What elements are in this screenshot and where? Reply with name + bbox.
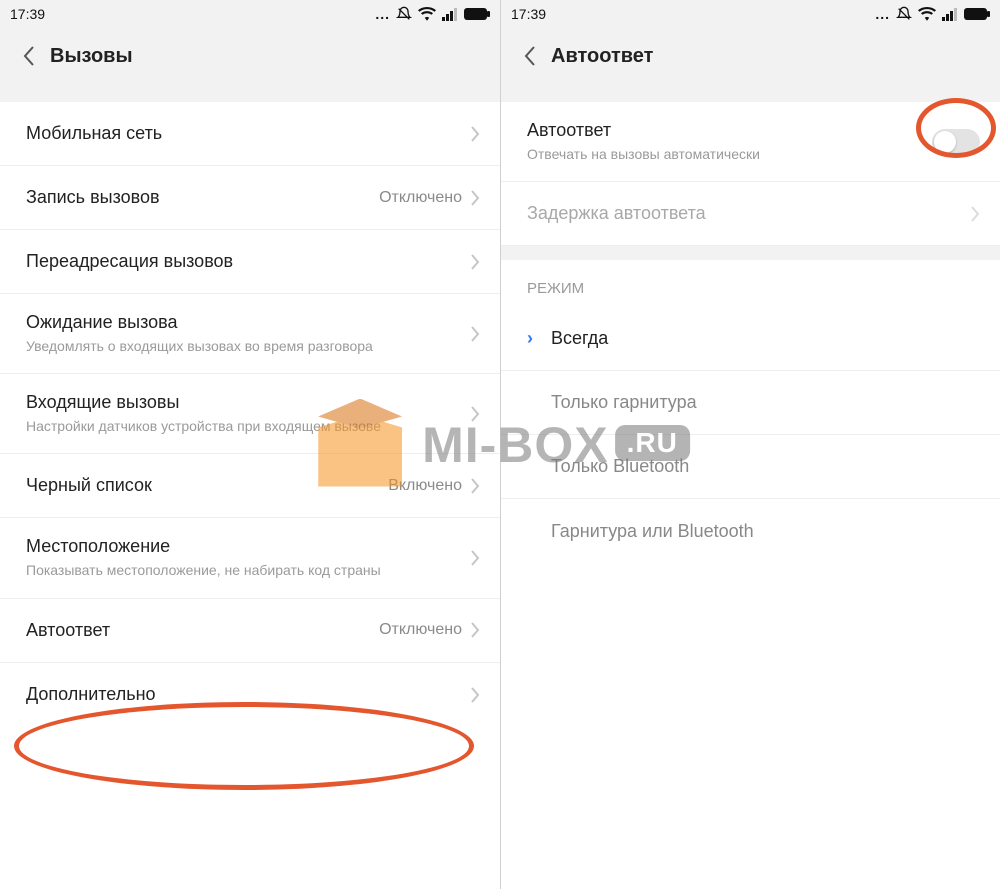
option-headset-or-bluetooth[interactable]: Гарнитура или Bluetooth — [501, 499, 1000, 563]
chevron-right-icon — [470, 621, 480, 639]
chevron-right-icon — [970, 205, 980, 223]
signal-icon — [442, 7, 458, 21]
option-headset-only[interactable]: Только гарнитура — [501, 371, 1000, 435]
status-bar: 17:39 ... — [0, 0, 500, 28]
dnd-icon — [896, 6, 912, 22]
row-label: Черный список — [26, 475, 388, 496]
row-label: Запись вызовов — [26, 187, 379, 208]
row-sublabel: Показывать местоположение, не набирать к… — [26, 561, 386, 579]
row-sublabel: Отвечать на вызовы автоматически — [527, 145, 887, 163]
row-advanced[interactable]: Дополнительно — [0, 663, 500, 727]
row-sublabel: Настройки датчиков устройства при входящ… — [26, 417, 386, 435]
header: Автоответ — [501, 28, 1000, 84]
chevron-right-icon — [470, 549, 480, 567]
row-label: Автоответ — [527, 120, 932, 141]
row-auto-answer-toggle[interactable]: Автоответ Отвечать на вызовы автоматичес… — [501, 102, 1000, 182]
page-title: Автоответ — [551, 45, 653, 68]
more-icon: ... — [875, 6, 890, 22]
chevron-right-icon — [470, 253, 480, 271]
chevron-right-icon — [470, 405, 480, 423]
row-incoming-calls[interactable]: Входящие вызовы Настройки датчиков устро… — [0, 374, 500, 454]
row-value: Отключено — [379, 189, 462, 207]
row-label: Мобильная сеть — [26, 123, 470, 144]
chevron-right-icon — [470, 686, 480, 704]
back-button[interactable] — [515, 41, 545, 71]
auto-answer-list: Автоответ Отвечать на вызовы автоматичес… — [501, 102, 1000, 563]
option-label: Всегда — [551, 328, 980, 349]
status-time: 17:39 — [511, 6, 546, 22]
section-mode: РЕЖИМ — [501, 260, 1000, 307]
row-mobile-network[interactable]: Мобильная сеть — [0, 102, 500, 166]
header: Вызовы — [0, 28, 500, 84]
row-sublabel: Уведомлять о входящих вызовах во время р… — [26, 337, 386, 355]
option-label: Гарнитура или Bluetooth — [551, 521, 980, 542]
row-auto-answer[interactable]: Автоответ Отключено — [0, 599, 500, 663]
row-label: Местоположение — [26, 536, 470, 557]
signal-icon — [942, 7, 958, 21]
check-icon: › — [527, 328, 541, 349]
battery-icon — [964, 8, 990, 20]
battery-icon — [464, 8, 490, 20]
option-always[interactable]: › Всегда — [501, 307, 1000, 371]
row-label: Переадресация вызовов — [26, 251, 470, 272]
row-value: Включено — [388, 477, 462, 495]
chevron-right-icon — [470, 125, 480, 143]
row-call-recording[interactable]: Запись вызовов Отключено — [0, 166, 500, 230]
settings-list: Мобильная сеть Запись вызовов Отключено … — [0, 102, 500, 889]
auto-answer-switch[interactable] — [932, 129, 980, 155]
wifi-icon — [418, 7, 436, 21]
option-bluetooth-only[interactable]: Только Bluetooth — [501, 435, 1000, 499]
row-value: Отключено — [379, 621, 462, 639]
row-label: Дополнительно — [26, 684, 470, 705]
wifi-icon — [918, 7, 936, 21]
status-time: 17:39 — [10, 6, 45, 22]
screen-auto-answer: 17:39 ... Автоответ Автоответ Отвечать н… — [500, 0, 1000, 889]
row-call-forwarding[interactable]: Переадресация вызовов — [0, 230, 500, 294]
back-button[interactable] — [14, 41, 44, 71]
page-title: Вызовы — [50, 45, 133, 68]
screen-calls: 17:39 ... Вызовы Мобильная сеть Зап — [0, 0, 500, 889]
status-bar: 17:39 ... — [501, 0, 1000, 28]
option-label: Только Bluetooth — [551, 456, 980, 477]
row-label: Задержка автоответа — [527, 203, 970, 224]
row-answer-delay[interactable]: Задержка автоответа — [501, 182, 1000, 246]
status-icons: ... — [375, 6, 490, 22]
chevron-right-icon — [470, 189, 480, 207]
status-icons: ... — [875, 6, 990, 22]
row-blocklist[interactable]: Черный список Включено — [0, 454, 500, 518]
row-label: Ожидание вызова — [26, 312, 470, 333]
row-label: Входящие вызовы — [26, 392, 470, 413]
more-icon: ... — [375, 6, 390, 22]
chevron-right-icon — [470, 325, 480, 343]
row-label: Автоответ — [26, 620, 379, 641]
row-location[interactable]: Местоположение Показывать местоположение… — [0, 518, 500, 598]
chevron-right-icon — [470, 477, 480, 495]
row-call-waiting[interactable]: Ожидание вызова Уведомлять о входящих вы… — [0, 294, 500, 374]
option-label: Только гарнитура — [551, 392, 980, 413]
dnd-icon — [396, 6, 412, 22]
